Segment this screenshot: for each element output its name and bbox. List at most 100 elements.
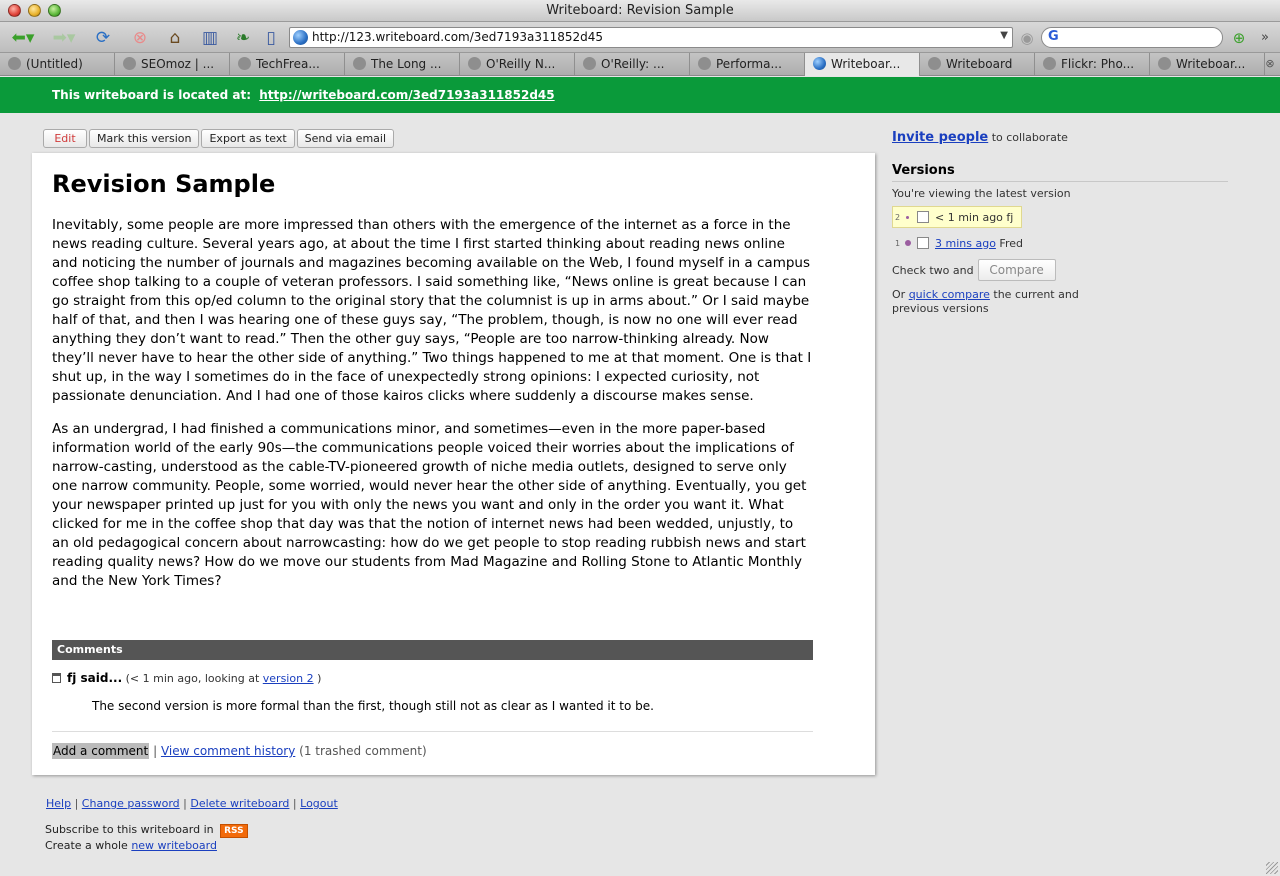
tab-8[interactable]: Writeboard <box>920 53 1035 75</box>
go-button[interactable]: ⊕ <box>1228 26 1250 49</box>
tab-1[interactable]: SEOmoz | ... <box>115 53 230 75</box>
separator: | <box>183 797 187 810</box>
stop-button[interactable]: ⊗ <box>127 26 153 49</box>
invite-suffix: to collaborate <box>991 131 1068 144</box>
version-row-1: 1 3 mins ago Fred <box>892 232 1023 254</box>
minimize-window-button[interactable] <box>28 4 41 17</box>
separator: | <box>74 797 79 810</box>
compare-row: Check two and Compare <box>892 259 1056 281</box>
tab-label: The Long ... <box>371 57 442 71</box>
tab-5[interactable]: O'Reilly: ... <box>575 53 690 75</box>
rss-button[interactable]: RSS <box>220 824 248 838</box>
home-button[interactable]: ⌂ <box>162 26 188 49</box>
tab-favicon-icon <box>238 57 251 70</box>
invite-line: Invite people to collaborate <box>892 130 1228 145</box>
check-two-label: Check two and <box>892 263 974 277</box>
logout-link[interactable]: Logout <box>300 797 338 810</box>
document-actions: Edit Mark this version Export as text Se… <box>43 129 395 148</box>
tab-7[interactable]: Writeboar... <box>805 53 920 76</box>
separator: | <box>153 744 158 758</box>
comment-author: fj said... <box>67 671 123 685</box>
extension-button[interactable]: ❧ <box>230 26 256 49</box>
help-link[interactable]: Help <box>46 797 71 810</box>
document-title: Revision Sample <box>52 170 276 198</box>
send-email-button[interactable]: Send via email <box>296 129 395 148</box>
version-checkbox[interactable] <box>917 237 929 249</box>
edit-button[interactable]: Edit <box>43 129 87 148</box>
banner-link[interactable]: http://writeboard.com/3ed7193a311852d45 <box>259 88 554 102</box>
comment-meta-prefix: (< 1 min ago, looking at <box>125 672 260 685</box>
new-writeboard-link[interactable]: new writeboard <box>131 839 217 852</box>
bookmarks-icon: ▥ <box>201 27 219 48</box>
tab-favicon-icon <box>1158 57 1171 70</box>
version-dot-icon <box>905 240 911 246</box>
page-icon: ▯ <box>266 27 276 48</box>
create-line: Create a whole new writeboard <box>45 839 217 852</box>
page-button[interactable]: ▯ <box>258 26 284 49</box>
tab-10[interactable]: Writeboar... <box>1150 53 1265 75</box>
version-time-link[interactable]: 3 mins ago <box>935 237 996 250</box>
tab-label: O'Reilly: ... <box>601 57 665 71</box>
delete-writeboard-link[interactable]: Delete writeboard <box>190 797 289 810</box>
tab-favicon-icon <box>583 57 596 70</box>
version-row-2: 2 < 1 min ago fj <box>892 206 1022 228</box>
back-button[interactable]: ⬅▾ <box>6 26 40 49</box>
zoom-window-button[interactable] <box>48 4 61 17</box>
circle-arrow-icon: ◉ <box>1020 28 1034 47</box>
forward-button[interactable]: ➡▾ <box>48 26 80 49</box>
viewing-status: You're viewing the latest version <box>892 187 1071 200</box>
export-text-button[interactable]: Export as text <box>201 129 295 148</box>
version-checkbox[interactable] <box>917 211 929 223</box>
toolbar-overflow-button[interactable]: » <box>1254 26 1276 49</box>
bookmarks-button[interactable]: ▥ <box>197 26 223 49</box>
mark-version-button[interactable]: Mark this version <box>89 129 200 148</box>
tab-label: Performa... <box>716 57 782 71</box>
comment-version-link[interactable]: version 2 <box>263 672 314 685</box>
compare-button[interactable]: Compare <box>977 259 1056 281</box>
tab-4[interactable]: O'Reilly N... <box>460 53 575 75</box>
globe-icon <box>293 30 308 45</box>
tab-favicon-icon <box>928 57 941 70</box>
search-input[interactable]: G <box>1041 27 1223 48</box>
tab-label: (Untitled) <box>26 57 83 71</box>
invite-people-link[interactable]: Invite people <box>892 130 988 145</box>
tab-favicon-icon <box>813 57 826 70</box>
resize-grip-icon[interactable] <box>1266 862 1278 874</box>
comment-footer: Add a comment | View comment history (1 … <box>52 743 427 759</box>
tab-favicon-icon <box>1043 57 1056 70</box>
url-bar[interactable]: http://123.writeboard.com/3ed7193a311852… <box>289 27 1013 48</box>
location-banner: This writeboard is located at: http://wr… <box>0 77 1280 113</box>
quick-prefix: Or <box>892 288 906 301</box>
tab-label: Flickr: Pho... <box>1061 57 1135 71</box>
tab-6[interactable]: Performa... <box>690 53 805 75</box>
trash-icon[interactable] <box>52 673 61 683</box>
add-comment-button[interactable]: Add a comment <box>52 743 150 759</box>
comment-meta: fj said... (< 1 min ago, looking at vers… <box>52 671 321 685</box>
chevron-right-icon: » <box>1261 30 1269 45</box>
tab-label: O'Reilly N... <box>486 57 556 71</box>
sidebar: Invite people to collaborate Versions Yo… <box>892 130 1228 315</box>
comment-history-link[interactable]: View comment history <box>161 744 295 758</box>
paragraph: As an undergrad, I had finished a commun… <box>52 421 807 589</box>
comment-text: The second version is more formal than t… <box>92 699 654 713</box>
browser-toolbar: ⬅▾ ➡▾ ⟳ ⊗ ⌂ ▥ ❧ ▯ http://123.writeboard.… <box>0 22 1280 53</box>
version-dot-icon <box>906 215 909 219</box>
close-tab-icon[interactable]: ⊗ <box>1260 53 1280 75</box>
tab-0[interactable]: (Untitled) <box>0 53 115 75</box>
go-back-circle-button[interactable]: ◉ <box>1015 26 1039 49</box>
tab-2[interactable]: TechFrea... <box>230 53 345 75</box>
url-text: http://123.writeboard.com/3ed7193a311852… <box>312 30 604 44</box>
document-body: Inevitably, some people are more impress… <box>52 216 814 605</box>
quick-compare-link[interactable]: quick compare <box>909 288 990 301</box>
reload-button[interactable]: ⟳ <box>90 26 116 49</box>
reload-icon: ⟳ <box>95 27 111 48</box>
tab-3[interactable]: The Long ... <box>345 53 460 75</box>
close-window-button[interactable] <box>8 4 21 17</box>
separator: | <box>292 797 297 810</box>
divider <box>52 731 813 732</box>
tab-9[interactable]: Flickr: Pho... <box>1035 53 1150 75</box>
url-dropdown-icon[interactable]: ▼ <box>1000 30 1008 41</box>
change-password-link[interactable]: Change password <box>82 797 180 810</box>
window-title: Writeboard: Revision Sample <box>546 3 734 18</box>
trashed-count: (1 trashed comment) <box>299 744 427 758</box>
